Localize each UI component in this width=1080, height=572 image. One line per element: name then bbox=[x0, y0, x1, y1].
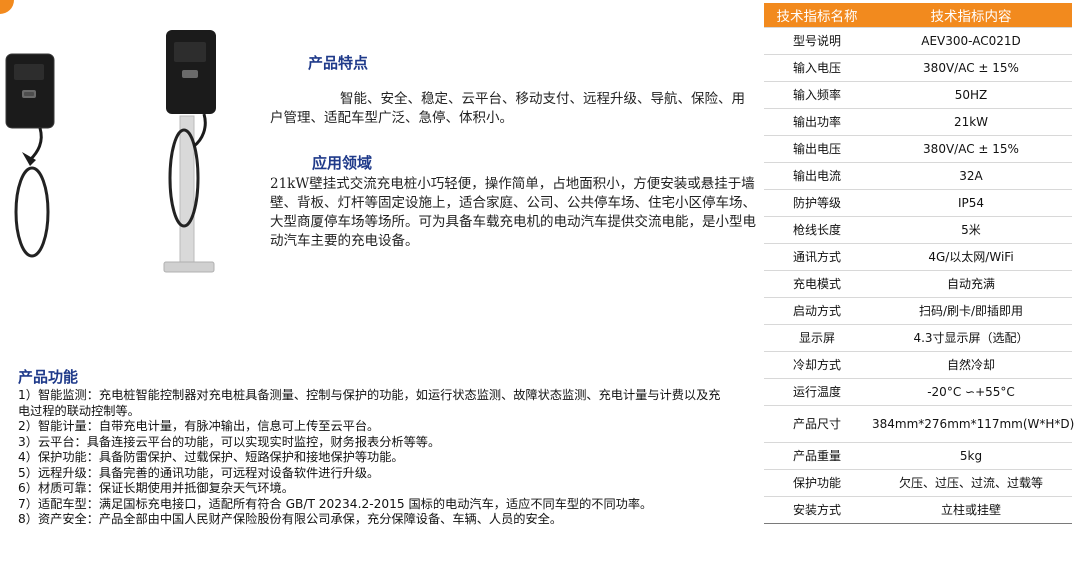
functions-list: 1）智能监测：充电桩智能控制器对充电桩具备测量、控制与保护的功能，如运行状态监测… bbox=[18, 388, 730, 528]
spec-value: -20°C ∽+55°C bbox=[870, 378, 1072, 406]
spec-name: 输出电压 bbox=[764, 135, 870, 163]
spec-name: 运行温度 bbox=[764, 378, 870, 406]
spec-row: 启动方式 扫码/刷卡/即插即用 bbox=[764, 297, 1072, 325]
spec-value: 384mm*276mm*117mm(W*H*D) bbox=[870, 405, 1074, 443]
spec-name: 冷却方式 bbox=[764, 351, 870, 379]
spec-row: 输出电流 32A bbox=[764, 162, 1072, 190]
spec-name: 输出功率 bbox=[764, 108, 870, 136]
applications-title: 应用领域 bbox=[312, 154, 373, 172]
spec-value: 自然冷却 bbox=[870, 351, 1072, 379]
spec-row: 输入频率 50HZ bbox=[764, 81, 1072, 109]
spec-table: 技术指标名称 技术指标内容 型号说明 AEV300-AC021D 输入电压 380V… bbox=[764, 3, 1074, 524]
function-item: 2）智能计量：自带充电计量，有脉冲输出，信息可上传至云平台。 bbox=[18, 419, 380, 433]
function-item: 5）远程升级：具备完善的通讯功能，可远程对设备软件进行升级。 bbox=[18, 465, 380, 480]
spec-row: 产品重量 5kg bbox=[764, 442, 1072, 470]
spec-value: 380V/AC ± 15% bbox=[870, 54, 1072, 82]
spec-header-name: 技术指标名称 bbox=[764, 3, 870, 28]
applications-text: 21kW壁挂式交流充电桩小巧轻便，操作简单，占地面积小，方便安装或悬挂于墙壁、背… bbox=[270, 176, 756, 249]
spec-row: 产品尺寸 384mm*276mm*117mm(W*H*D) bbox=[764, 405, 1074, 443]
spec-name: 充电模式 bbox=[764, 270, 870, 298]
functions-title: 产品功能 bbox=[18, 368, 79, 386]
spec-value: 扫码/刷卡/即插即用 bbox=[870, 297, 1072, 325]
spec-row: 输入电压 380V/AC ± 15% bbox=[764, 54, 1072, 82]
spec-value: 5米 bbox=[870, 216, 1072, 244]
spec-value: 4.3寸显示屏（选配） bbox=[870, 324, 1072, 352]
spec-name: 安装方式 bbox=[764, 496, 870, 524]
function-item: 7）适配车型：满足国标充电接口，适配所有符合 GB/T 20234.2-2015… bbox=[18, 496, 653, 511]
spec-row: 显示屏 4.3寸显示屏（选配） bbox=[764, 324, 1072, 352]
spec-value: 32A bbox=[870, 162, 1072, 190]
spec-name: 输出电流 bbox=[764, 162, 870, 190]
spec-name: 产品尺寸 bbox=[764, 405, 870, 443]
spec-name: 防护等级 bbox=[764, 189, 870, 217]
function-item: 3）云平台：具备连接云平台的功能，可以实现实时监控，财务报表分析等等。 bbox=[18, 434, 441, 449]
function-item: 6）材质可靠：保证长期使用并抵御复杂天气环境。 bbox=[18, 481, 294, 495]
spec-row: 运行温度 -20°C ∽+55°C bbox=[764, 378, 1072, 406]
spec-header-row: 技术指标名称 技术指标内容 bbox=[764, 3, 1072, 28]
spec-header-value: 技术指标内容 bbox=[870, 3, 1072, 28]
spec-name: 通讯方式 bbox=[764, 243, 870, 271]
spec-row: 型号说明 AEV300-AC021D bbox=[764, 27, 1072, 55]
spec-row: 通讯方式 4G/以太网/WiFi bbox=[764, 243, 1072, 271]
function-item: 1）智能监测：充电桩智能控制器对充电桩具备测量、控制与保护的功能，如运行状态监测… bbox=[18, 388, 721, 418]
features-title: 产品特点 bbox=[308, 54, 369, 72]
features-text: 智能、安全、稳定、云平台、移动支付、远程升级、导航、保险、用户管理、适配车型广泛… bbox=[270, 91, 745, 126]
spec-value: 立柱或挂壁 bbox=[870, 496, 1072, 524]
spec-name: 输入频率 bbox=[764, 81, 870, 109]
spec-value: 50HZ bbox=[870, 81, 1072, 109]
spec-row: 安装方式 立柱或挂壁 bbox=[764, 496, 1072, 524]
pedestal-charger-image bbox=[163, 30, 216, 273]
spec-value: 4G/以太网/WiFi bbox=[870, 243, 1072, 271]
function-item: 4）保护功能：具备防雷保护、过载保护、短路保护和接地保护等功能。 bbox=[18, 450, 404, 464]
spec-row: 输出电压 380V/AC ± 15% bbox=[764, 135, 1072, 163]
spec-value: 自动充满 bbox=[870, 270, 1072, 298]
spec-value: 欠压、过压、过流、过载等 bbox=[870, 469, 1072, 497]
spec-value: 5kg bbox=[870, 442, 1072, 470]
corner-badge bbox=[0, 0, 14, 14]
spec-name: 产品重量 bbox=[764, 442, 870, 470]
spec-name: 启动方式 bbox=[764, 297, 870, 325]
spec-name: 显示屏 bbox=[764, 324, 870, 352]
spec-row: 防护等级 IP54 bbox=[764, 189, 1072, 217]
spec-name: 枪线长度 bbox=[764, 216, 870, 244]
spec-name: 保护功能 bbox=[764, 469, 870, 497]
spec-value: IP54 bbox=[870, 189, 1072, 217]
spec-name: 型号说明 bbox=[764, 27, 870, 55]
spec-row: 保护功能 欠压、过压、过流、过载等 bbox=[764, 469, 1072, 497]
spec-value: 380V/AC ± 15% bbox=[870, 135, 1072, 163]
spec-row: 充电模式 自动充满 bbox=[764, 270, 1072, 298]
spec-name: 输入电压 bbox=[764, 54, 870, 82]
spec-value: 21kW bbox=[870, 108, 1072, 136]
spec-value: AEV300-AC021D bbox=[870, 27, 1072, 55]
spec-row: 输出功率 21kW bbox=[764, 108, 1072, 136]
wall-charger-image bbox=[5, 53, 55, 258]
spec-row: 枪线长度 5米 bbox=[764, 216, 1072, 244]
spec-row: 冷却方式 自然冷却 bbox=[764, 351, 1072, 379]
function-item: 8）资产安全：产品全部由中国人民财产保险股份有限公司承保，充分保障设备、车辆、人… bbox=[18, 512, 563, 526]
